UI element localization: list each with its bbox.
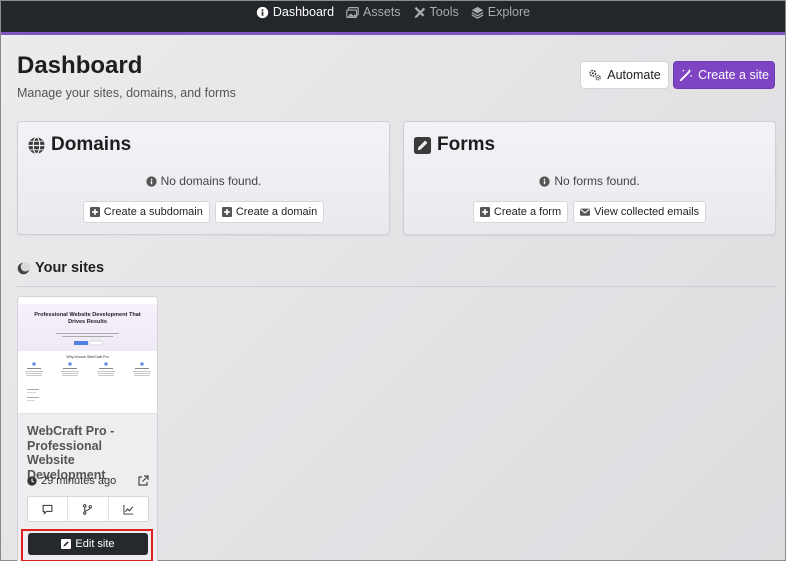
- domains-title: Domains: [27, 134, 131, 156]
- forms-actions: Create a form View collected emails: [404, 201, 775, 223]
- line-chart-icon: [123, 504, 133, 515]
- domains-empty-state: No domains found.: [18, 174, 389, 188]
- your-sites-heading-text: Your sites: [35, 260, 105, 276]
- magic-wand-icon: [679, 68, 693, 82]
- page-title: Dashboard: [17, 52, 143, 79]
- thumbnail-features-graphic: [25, 362, 151, 401]
- create-domain-button[interactable]: Create a domain: [214, 201, 325, 223]
- moon-icon: [17, 261, 30, 274]
- forms-title-text: Forms: [437, 134, 496, 155]
- view-emails-label: View collected emails: [594, 206, 700, 218]
- nav-item-explore[interactable]: Explore: [471, 4, 530, 20]
- view-collected-emails-button[interactable]: View collected emails: [573, 201, 707, 223]
- pencil-square-icon: [61, 539, 72, 549]
- top-nav: Dashboard Assets Tools Explore: [1, 1, 785, 35]
- info-circle-icon: [539, 175, 550, 187]
- site-action-group: [27, 496, 149, 522]
- create-site-label: Create a site: [698, 68, 769, 82]
- site-updated: 29 minutes ago: [27, 475, 116, 487]
- layers-icon: [471, 6, 484, 19]
- forms-empty-state: No forms found.: [404, 174, 775, 188]
- forms-card: Forms No forms found. Create a form View…: [403, 121, 776, 235]
- plus-square-icon: [479, 207, 490, 217]
- create-subdomain-label: Create a subdomain: [103, 206, 203, 218]
- nav-item-assets[interactable]: Assets: [346, 4, 401, 20]
- external-link-icon[interactable]: [137, 475, 149, 487]
- automate-button[interactable]: Automate: [580, 61, 669, 89]
- plus-square-icon: [89, 207, 100, 217]
- pencil-square-icon: [413, 136, 432, 154]
- create-subdomain-button[interactable]: Create a subdomain: [82, 201, 210, 223]
- thumbnail-hero: Professional Website Development That Dr…: [18, 304, 157, 351]
- plus-square-icon: [221, 207, 232, 217]
- globe-icon: [28, 136, 45, 154]
- divider: [17, 286, 776, 287]
- images-icon: [346, 6, 359, 18]
- forms-empty-text: No forms found.: [554, 174, 640, 188]
- domains-actions: Create a subdomain Create a domain: [18, 201, 389, 223]
- git-branch-icon: [83, 503, 93, 515]
- domains-card: Domains No domains found. Create a subdo…: [17, 121, 390, 235]
- site-thumbnail[interactable]: Professional Website Development That Dr…: [18, 297, 157, 414]
- comment-icon: [42, 504, 53, 515]
- create-site-button[interactable]: Create a site: [673, 61, 775, 89]
- info-circle-icon: [256, 6, 269, 18]
- edit-site-label: Edit site: [75, 538, 115, 550]
- site-updated-text: 29 minutes ago: [41, 475, 117, 487]
- site-comments-button[interactable]: [28, 497, 69, 521]
- thumbnail-nav: [18, 297, 157, 309]
- domains-title-text: Domains: [51, 134, 132, 155]
- nav-item-label: Explore: [487, 5, 531, 19]
- info-circle-icon: [145, 175, 157, 187]
- page-subtitle: Manage your sites, domains, and forms: [17, 86, 236, 100]
- clock-icon: [27, 476, 37, 486]
- forms-title: Forms: [413, 134, 495, 156]
- nav-item-tools[interactable]: Tools: [413, 4, 459, 20]
- nav-item-label: Assets: [363, 5, 401, 19]
- site-branches-button[interactable]: [68, 497, 109, 521]
- tools-icon: [414, 6, 425, 18]
- site-card: Professional Website Development That Dr…: [17, 296, 158, 561]
- thumbnail-hero-graphic: [56, 333, 119, 346]
- nav-item-label: Dashboard: [272, 5, 335, 19]
- create-form-label: Create a form: [493, 206, 562, 218]
- create-form-button[interactable]: Create a form: [472, 201, 569, 223]
- edit-site-button[interactable]: Edit site: [28, 533, 148, 555]
- envelope-icon: [580, 208, 591, 216]
- nav-item-label: Tools: [429, 5, 459, 19]
- gears-icon: [589, 69, 602, 81]
- automate-label: Automate: [607, 68, 661, 82]
- domains-empty-text: No domains found.: [160, 174, 262, 188]
- site-analytics-button[interactable]: [109, 497, 148, 521]
- create-domain-label: Create a domain: [235, 206, 318, 218]
- site-title: WebCraft Pro - Professional Website Deve…: [27, 424, 115, 482]
- your-sites-heading: Your sites: [17, 260, 104, 276]
- nav-item-dashboard[interactable]: Dashboard: [256, 4, 334, 20]
